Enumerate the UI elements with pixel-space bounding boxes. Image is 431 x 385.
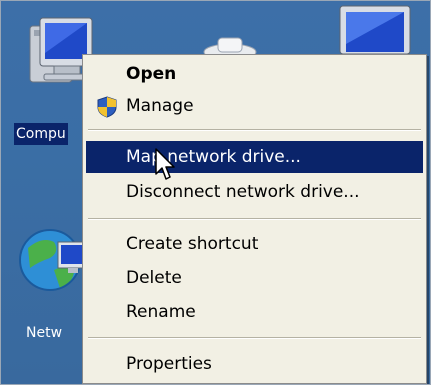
menu-separator — [88, 218, 421, 220]
menu-item-create-shortcut[interactable]: Create shortcut — [86, 228, 423, 260]
arrow-cursor-icon — [155, 148, 175, 180]
menu-item-manage[interactable]: Manage — [86, 90, 423, 122]
menu-separator — [88, 337, 421, 339]
menu-item-open[interactable]: Open — [86, 58, 423, 90]
uac-shield-icon — [97, 96, 117, 118]
desktop[interactable]: Compu Netw Open Manage Map network drive… — [0, 0, 431, 385]
desktop-item[interactable] — [200, 30, 260, 61]
menu-item-disconnect-network-drive[interactable]: Disconnect network drive... — [86, 176, 423, 208]
menu-item-map-network-drive[interactable]: Map network drive... — [86, 141, 423, 173]
network-icon-label: Netw — [26, 325, 63, 341]
context-menu: Open Manage Map network drive... Disconn… — [82, 54, 427, 384]
menu-separator — [88, 129, 421, 131]
monitor-icon — [339, 5, 411, 55]
monitor-desktop-icon[interactable] — [330, 0, 420, 56]
menu-item-manage-label: Manage — [126, 96, 194, 116]
menu-item-delete[interactable]: Delete — [86, 262, 423, 294]
menu-item-properties[interactable]: Properties — [86, 348, 423, 380]
computer-icon-label: Compu — [14, 123, 68, 145]
desktop-item-icon — [203, 37, 257, 61]
menu-item-rename[interactable]: Rename — [86, 296, 423, 328]
